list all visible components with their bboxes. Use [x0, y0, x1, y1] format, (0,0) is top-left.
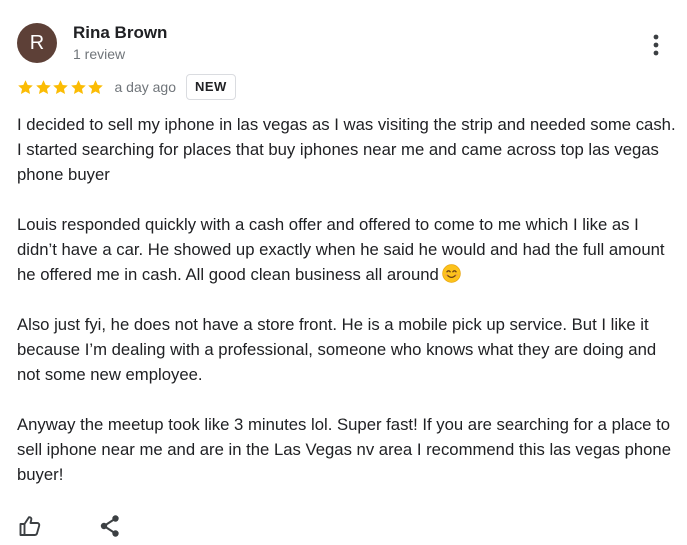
- star-icon: [18, 79, 33, 94]
- share-icon: [100, 515, 119, 537]
- star-icon: [70, 79, 86, 94]
- star-icon: [88, 79, 103, 94]
- rating-row: a day ago NEW: [17, 74, 236, 100]
- review-paragraph: I decided to sell my iphone in las vegas…: [17, 115, 676, 184]
- review-paragraph: Louis responded quickly with a cash offe…: [17, 212, 677, 287]
- star-icon: [35, 79, 51, 94]
- review-count: 1 review: [73, 46, 126, 62]
- review-paragraph: Anyway the meetup took like 3 minutes lo…: [17, 415, 671, 484]
- more-vert-icon: [653, 34, 659, 56]
- review-date: a day ago: [114, 79, 177, 95]
- smiling-face-emoji-icon: [442, 264, 461, 283]
- reviewer-name[interactable]: Rina Brown: [73, 23, 167, 43]
- thumb-up-icon: [19, 516, 41, 536]
- review-text: I decided to sell my iphone in las vegas…: [17, 112, 677, 487]
- review-paragraph-text: Louis responded quickly with a cash offe…: [17, 215, 665, 284]
- review-paragraph: Also just fyi, he does not have a store …: [17, 315, 657, 384]
- avatar[interactable]: R: [17, 23, 57, 63]
- new-badge: NEW: [186, 74, 236, 100]
- more-options-button[interactable]: [641, 30, 671, 60]
- share-button[interactable]: [95, 511, 125, 541]
- star-icon: [53, 79, 68, 94]
- like-button[interactable]: [15, 511, 45, 541]
- star-rating: [17, 79, 105, 96]
